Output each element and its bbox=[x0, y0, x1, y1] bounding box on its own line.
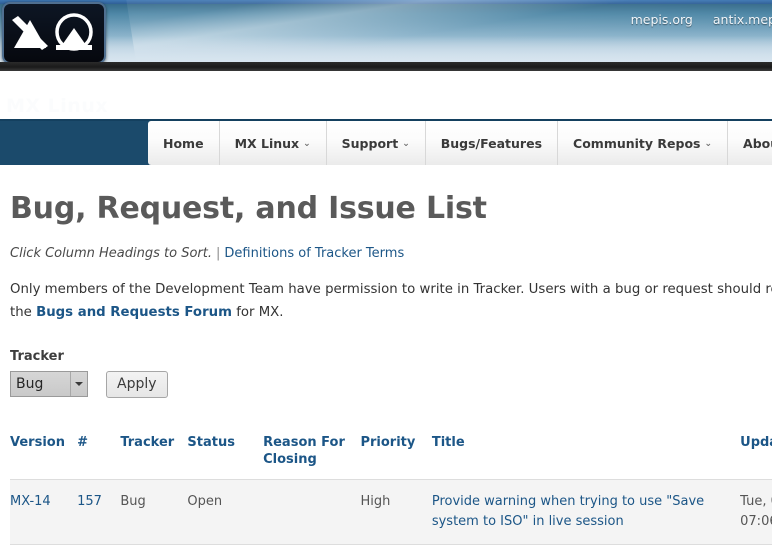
intro-text-part3: for MX. bbox=[236, 304, 284, 320]
chevron-down-icon bbox=[75, 382, 83, 387]
nav-item-mx-linux[interactable]: MX Linux ⌄ bbox=[219, 121, 327, 165]
column-header-title[interactable]: Title bbox=[432, 428, 740, 480]
page-content: Bug, Request, and Issue List Click Colum… bbox=[0, 191, 772, 545]
nav-item-about-us-label: About Us bbox=[743, 135, 772, 151]
column-header-tracker[interactable]: Tracker bbox=[120, 428, 187, 480]
sort-hint-separator: | bbox=[216, 246, 221, 261]
nav-item-support-label: Support bbox=[341, 135, 399, 151]
cell-version: MX-14 bbox=[10, 479, 77, 544]
banner-lower-fade bbox=[0, 36, 772, 62]
cell-priority: High bbox=[360, 493, 391, 509]
cell-status: Open bbox=[187, 493, 223, 509]
issue-number-link[interactable]: 157 bbox=[77, 494, 102, 509]
cell-reason-for-closing bbox=[263, 479, 360, 544]
nav-item-about-us[interactable]: About Us bbox=[728, 121, 772, 165]
nav-item-home[interactable]: Home bbox=[148, 121, 220, 165]
tracker-select[interactable]: Bug bbox=[10, 371, 88, 398]
issue-title-link[interactable]: Provide warning when trying to use "Save… bbox=[432, 494, 704, 529]
cell-tracker: Bug bbox=[120, 493, 146, 509]
cell-updated: Tue, 01/13/2 - 07:06 bbox=[740, 493, 772, 529]
bugs-and-requests-forum-link[interactable]: Bugs and Requests Forum bbox=[36, 305, 232, 320]
banner-bottom-edge bbox=[0, 62, 772, 71]
page-title: Bug, Request, and Issue List bbox=[10, 191, 487, 226]
nav-item-community-repos-label: Community Repos bbox=[573, 135, 701, 151]
sort-hint-line: Click Column Headings to Sort. | Definitio… bbox=[10, 246, 762, 261]
intro-text-part2: the bbox=[10, 304, 32, 320]
nav-item-community-repos[interactable]: Community Repos ⌄ bbox=[558, 121, 729, 165]
table-header-row: Version # Tracker Status Reason For Clos… bbox=[10, 428, 772, 480]
header-gap: MX Linux bbox=[0, 71, 772, 119]
nav-item-mx-linux-label: MX Linux bbox=[234, 135, 300, 151]
tracker-filter-row: Bug Apply bbox=[10, 370, 762, 398]
tracker-select-value: Bug bbox=[16, 376, 44, 393]
site-title-ghost-text: MX Linux bbox=[6, 95, 109, 117]
cell-title: Provide warning when trying to use "Save… bbox=[432, 479, 740, 544]
chevron-down-icon: ⌄ bbox=[704, 139, 713, 149]
nav-item-bugs-features[interactable]: Bugs/Features bbox=[425, 121, 559, 165]
mx-linux-logo[interactable] bbox=[2, 2, 106, 62]
banner-link-mepis[interactable]: mepis.org bbox=[631, 12, 693, 27]
version-link[interactable]: MX-14 bbox=[10, 494, 51, 509]
apply-button[interactable]: Apply bbox=[106, 370, 168, 398]
nav-item-home-label: Home bbox=[163, 135, 204, 151]
column-header-version[interactable]: Version bbox=[10, 428, 77, 480]
column-header-status[interactable]: Status bbox=[187, 428, 263, 480]
banner-link-antix[interactable]: antix.mep bbox=[713, 12, 772, 27]
mx-linux-logo-icon bbox=[12, 13, 93, 51]
nav-item-support[interactable]: Support ⌄ bbox=[326, 121, 426, 165]
sort-hint-text: Click Column Headings to Sort. bbox=[10, 246, 212, 261]
nav-items: Home MX Linux ⌄ Support ⌄ Bugs/Features … bbox=[148, 121, 772, 165]
issue-list-table: Version # Tracker Status Reason For Clos… bbox=[10, 428, 772, 545]
column-header-priority[interactable]: Priority bbox=[360, 428, 431, 480]
issue-list-table-body: MX-14 157 Bug Open High Provide warning … bbox=[10, 479, 772, 545]
intro-paragraph: Only members of the Development Team hav… bbox=[10, 279, 772, 325]
main-navigation-bar: Home MX Linux ⌄ Support ⌄ Bugs/Features … bbox=[0, 119, 772, 165]
chevron-down-icon: ⌄ bbox=[402, 139, 410, 149]
table-row[interactable]: MX-14 157 Bug Open High Provide warning … bbox=[10, 479, 772, 545]
cell-number: 157 bbox=[77, 479, 120, 544]
banner-external-links: mepis.org antix.mep bbox=[615, 12, 772, 27]
issue-list-table-head: Version # Tracker Status Reason For Clos… bbox=[10, 428, 772, 480]
tracker-filter-label: Tracker bbox=[10, 348, 64, 364]
chevron-down-icon: ⌄ bbox=[303, 139, 311, 149]
intro-text-part1: Only members of the Development Team hav… bbox=[10, 282, 772, 297]
tracker-select-arrow-zone[interactable] bbox=[70, 372, 87, 397]
column-header-number[interactable]: # bbox=[77, 428, 120, 480]
site-banner: mepis.org antix.mep bbox=[0, 0, 772, 62]
nav-item-bugs-features-label: Bugs/Features bbox=[440, 135, 543, 151]
banner-top-accent-line bbox=[0, 0, 772, 4]
column-header-reason-for-closing[interactable]: Reason For Closing bbox=[263, 428, 360, 480]
column-header-updated[interactable]: Updated bbox=[740, 428, 772, 480]
definitions-of-tracker-terms-link[interactable]: Definitions of Tracker Terms bbox=[224, 246, 404, 261]
banner-gradient-swoosh bbox=[120, 0, 772, 62]
